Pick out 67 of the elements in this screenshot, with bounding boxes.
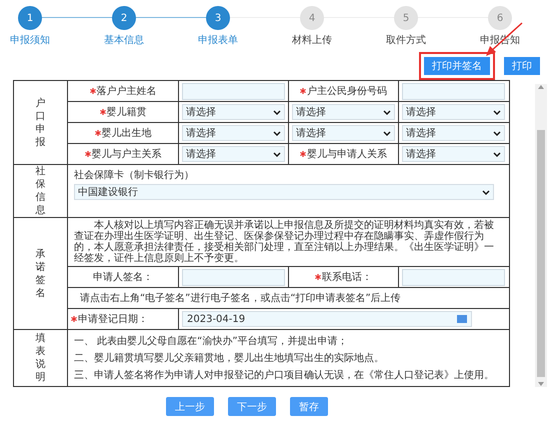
field-label: 婴儿与户主关系 (92, 148, 162, 161)
input-field[interactable] (182, 82, 285, 100)
chevron-icon (273, 110, 281, 114)
select-value: 请选择 (186, 126, 216, 140)
field-label: 户主公民身份号码 (307, 84, 387, 98)
field-label: 社会保障卡（制卡银行为） (74, 168, 195, 182)
step-number: 1 (18, 6, 42, 30)
step-label: 材料上传 (292, 34, 332, 47)
select-value: 请选择 (406, 106, 436, 119)
field-label: 落户户主姓名 (96, 84, 156, 98)
field-label: 婴儿籍贯 (106, 106, 146, 119)
chevron-icon (273, 152, 281, 156)
select-dropdown[interactable]: 请选择 (182, 104, 285, 120)
step-number: 6 (488, 6, 512, 30)
select-dropdown[interactable]: 中国建设银行 (74, 184, 494, 200)
select-dropdown[interactable]: 请选择 (292, 104, 395, 120)
chevron-icon (273, 130, 281, 136)
section-title: 户口申报 (36, 96, 46, 148)
chevron-icon (482, 190, 490, 194)
step-label: 基本信息 (104, 34, 144, 47)
signature-notice: 请点击右上角“电子签名”进行电子签名，或点击“打印申请表签名”后上传 (80, 292, 401, 305)
input-field[interactable] (402, 268, 505, 286)
step-number: 4 (300, 6, 324, 30)
instruction-text: 二、婴儿籍贯填写婴儿父亲籍贯地，婴儿出生地填写出生的实际地点。 (74, 352, 385, 365)
field-label: 申请登记日期： (78, 312, 148, 326)
select-value: 中国建设银行 (78, 186, 138, 199)
chevron-icon (493, 130, 501, 136)
step-number: 3 (206, 6, 230, 30)
scrollbar[interactable] (535, 84, 547, 387)
select-value: 请选择 (296, 106, 326, 119)
commitment-text: 本人核对以上填写内容正确无误并承诺以上申报信息及所提交的证明材料均真实有效，若被查证在办理出生医学证明、出生登记、医保参保登记办理过程中存在隐瞒事实、弄虚作假行为的，本人愿意承担法律责任，接受相关部门处理，直至注销以上办理结果。《出生医学证明》一经签发，证件上信息原则上不予变更。 (73, 218, 495, 266)
scroll-up-icon[interactable] (537, 84, 545, 90)
chevron-icon (383, 130, 391, 136)
date-field[interactable]: 2023-04-19 (182, 311, 472, 327)
chevron-icon (493, 152, 501, 156)
select-dropdown[interactable]: 请选择 (292, 125, 395, 141)
section-title: 社保信息 (36, 165, 46, 217)
select-dropdown[interactable]: 请选择 (402, 125, 505, 141)
chevron-icon (493, 110, 501, 114)
calendar-icon[interactable] (457, 315, 467, 323)
field-label: 婴儿出生地 (102, 126, 152, 140)
input-field[interactable] (182, 268, 285, 286)
section-title: 填表说明 (36, 332, 46, 384)
field-label: 联系电话： (322, 270, 372, 284)
instruction-text: 一、 此表由婴儿父母自愿在“渝快办”平台填写，并提出申请； (74, 334, 349, 348)
field-label: 申请人签名： (93, 270, 153, 284)
section-title: 承诺签名 (36, 248, 46, 300)
select-dropdown[interactable]: 请选择 (182, 125, 285, 141)
select-dropdown[interactable]: 请选择 (402, 104, 505, 120)
instruction-text: 三、申请人签名将作为申请人对申报登记的户口项目确认无误，在《常住人口登记表》上使用。 (74, 368, 495, 382)
step-number: 5 (394, 6, 418, 30)
select-value: 请选择 (296, 126, 326, 140)
select-value: 请选择 (186, 106, 216, 119)
step-label: 申报须知 (10, 34, 50, 47)
step-label: 取件方式 (386, 34, 426, 47)
select-value: 请选择 (406, 148, 436, 161)
select-value: 请选择 (186, 148, 216, 161)
step-label: 申报表单 (198, 34, 238, 47)
input-field[interactable] (402, 82, 505, 100)
chevron-icon (383, 110, 391, 114)
select-dropdown[interactable]: 请选择 (182, 146, 285, 162)
date-value: 2023-04-19 (187, 314, 246, 324)
select-dropdown[interactable]: 请选择 (402, 146, 505, 162)
field-label: 婴儿与申请人关系 (307, 148, 387, 161)
step-number: 2 (112, 6, 136, 30)
select-value: 请选择 (406, 126, 436, 140)
scroll-down-icon[interactable] (537, 381, 545, 387)
